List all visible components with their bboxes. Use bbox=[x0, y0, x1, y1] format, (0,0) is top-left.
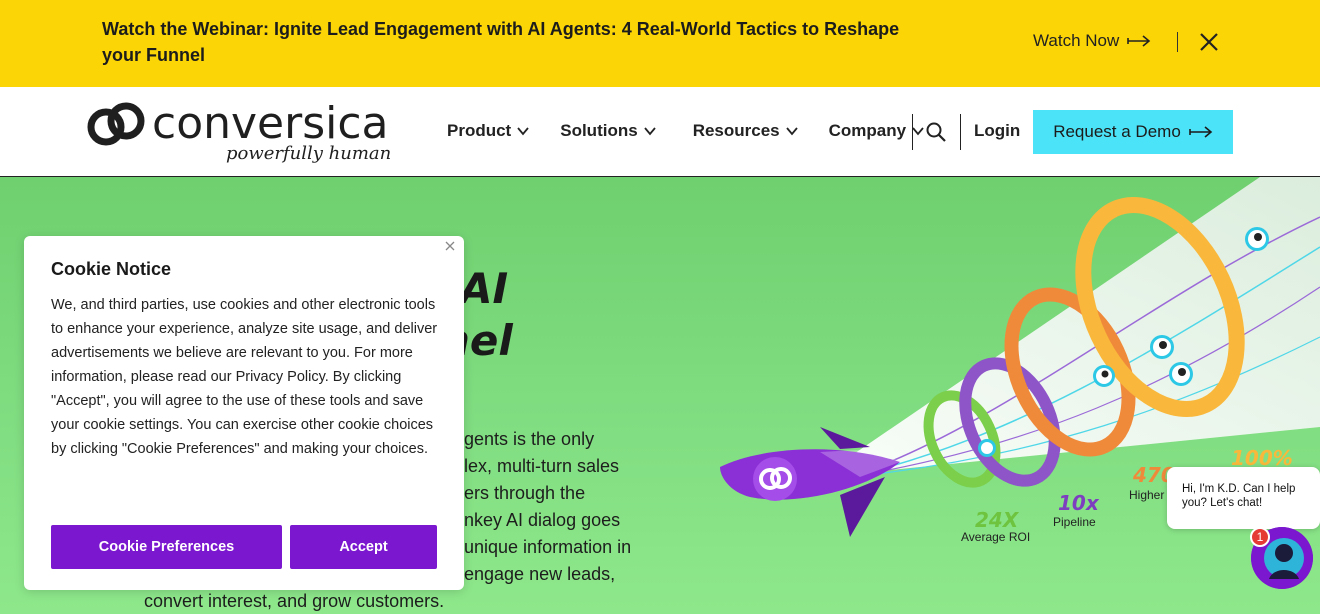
nav-company-label: Company bbox=[828, 121, 907, 140]
search-icon[interactable] bbox=[925, 121, 947, 143]
stat-value: 24X bbox=[975, 508, 1020, 532]
person-icon bbox=[978, 439, 996, 457]
nav-company[interactable]: Company bbox=[829, 121, 925, 141]
request-demo-button[interactable]: Request a Demo bbox=[1033, 110, 1233, 154]
cookie-notice-dialog: Cookie Notice We, and third parties, use… bbox=[24, 236, 464, 590]
header-divider bbox=[960, 114, 961, 150]
light-beam bbox=[820, 177, 1320, 477]
cookie-body: We, and third parties, use cookies and o… bbox=[51, 297, 438, 457]
header-divider bbox=[912, 114, 913, 150]
nav-product[interactable]: Product bbox=[447, 121, 530, 141]
chevron-down-icon bbox=[785, 127, 798, 136]
announcement-text: Watch the Webinar: Ignite Lead Engagemen… bbox=[102, 16, 902, 68]
logo-tagline: powerfully human bbox=[226, 143, 392, 164]
cookie-accept-button[interactable]: Accept bbox=[290, 525, 437, 569]
nav-product-label: Product bbox=[447, 121, 512, 140]
conversica-logo[interactable]: conversica powerfully human bbox=[86, 99, 396, 165]
hero-body-line: convert interest, and grow customers. bbox=[144, 591, 445, 611]
nav-solutions[interactable]: Solutions bbox=[560, 121, 656, 141]
watch-now-link[interactable]: Watch Now bbox=[1033, 31, 1151, 51]
person-icon bbox=[1169, 362, 1193, 386]
rocket-funnel-illustration: 24X Average ROI 10x Pipeline 470 Higher … bbox=[720, 177, 1320, 544]
announcement-lead: Watch the Webinar: bbox=[102, 19, 270, 39]
banner-divider bbox=[1177, 32, 1178, 52]
chat-notification-badge: 1 bbox=[1250, 527, 1270, 547]
nav-solutions-label: Solutions bbox=[560, 121, 638, 140]
watch-now-label: Watch Now bbox=[1033, 31, 1120, 50]
login-link[interactable]: Login bbox=[974, 121, 1020, 141]
main-nav: Product Solutions Resources Company bbox=[447, 121, 955, 141]
arrow-right-icon bbox=[1188, 126, 1213, 138]
chevron-down-icon bbox=[517, 127, 529, 136]
chevron-down-icon bbox=[643, 127, 656, 136]
logo-mark-icon bbox=[87, 102, 145, 146]
close-icon[interactable] bbox=[444, 240, 456, 252]
chevron-down-icon bbox=[912, 127, 924, 136]
person-icon bbox=[1093, 365, 1115, 387]
close-icon[interactable] bbox=[1197, 30, 1221, 54]
chat-bubble[interactable]: Hi, I'm K.D. Can I help you? Let's chat! bbox=[1167, 467, 1320, 529]
logo-wordmark: conversica bbox=[152, 98, 389, 149]
stat-value: 10x bbox=[1058, 491, 1100, 515]
nav-resources[interactable]: Resources bbox=[693, 121, 799, 141]
stat-label: Pipeline bbox=[1053, 515, 1096, 529]
arrow-right-icon bbox=[1127, 35, 1151, 47]
nav-resources-label: Resources bbox=[692, 121, 780, 140]
person-icon bbox=[1245, 227, 1269, 251]
cookie-preferences-button[interactable]: Cookie Preferences bbox=[51, 525, 282, 569]
chat-message: Hi, I'm K.D. Can I help you? Let's chat! bbox=[1182, 483, 1296, 509]
site-header: conversica powerfully human Product Solu… bbox=[0, 87, 1320, 177]
person-icon bbox=[1150, 335, 1174, 359]
stat-label: Average ROI bbox=[961, 530, 1030, 544]
cookie-title: Cookie Notice bbox=[51, 259, 172, 279]
announcement-bar: Watch the Webinar: Ignite Lead Engagemen… bbox=[0, 0, 1320, 87]
request-demo-label: Request a Demo bbox=[1053, 122, 1181, 141]
